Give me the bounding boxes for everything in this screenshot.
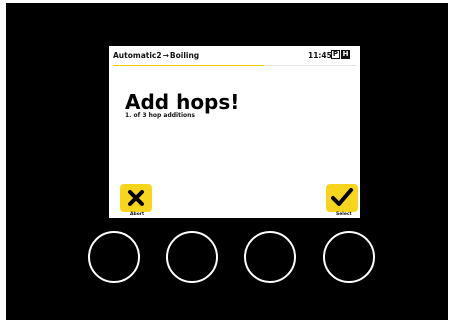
breadcrumb-arrow-icon: → — [162, 51, 169, 60]
select-button[interactable] — [326, 184, 358, 212]
hardware-button-1[interactable] — [88, 231, 140, 283]
badge-p: P — [331, 50, 340, 59]
breadcrumb-phase: Boiling — [169, 51, 200, 60]
hardware-button-4[interactable] — [323, 231, 375, 283]
select-label: Select — [336, 212, 352, 217]
page-subtitle: 1. of 3 hop additions — [125, 112, 195, 119]
hardware-button-2[interactable] — [166, 231, 218, 283]
progress-bar-fill — [113, 65, 264, 66]
clock: 11:45 — [308, 51, 332, 60]
abort-button[interactable] — [120, 184, 152, 212]
breadcrumb: Automatic2→Boiling — [113, 51, 199, 60]
close-icon — [128, 190, 144, 206]
breadcrumb-mode: Automatic2 — [113, 51, 162, 60]
display-screen: Automatic2→Boiling 11:45 P H Add hops! 1… — [109, 46, 360, 218]
hardware-button-3[interactable] — [244, 231, 296, 283]
status-bar: Automatic2→Boiling 11:45 P H — [109, 46, 360, 66]
badge-h: H — [341, 50, 350, 59]
checkmark-icon — [331, 188, 353, 206]
progress-bar — [113, 65, 356, 66]
controller-device: Automatic2→Boiling 11:45 P H Add hops! 1… — [6, 3, 448, 320]
abort-label: Abort — [130, 212, 145, 217]
page-title: Add hops! — [125, 90, 240, 114]
